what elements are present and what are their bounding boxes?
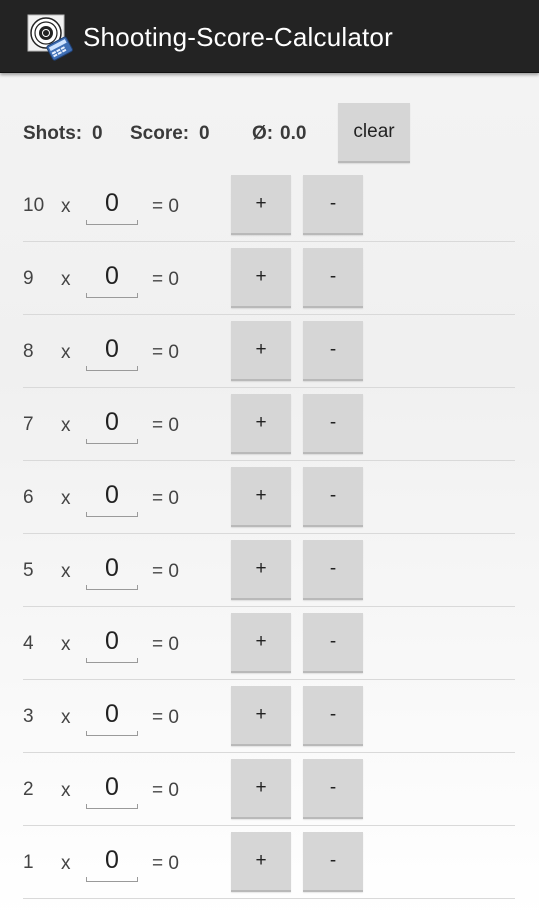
decrement-button[interactable]: - bbox=[303, 175, 363, 235]
row-result: = 0 bbox=[152, 634, 179, 655]
hit-count-input[interactable] bbox=[86, 548, 138, 590]
increment-button[interactable]: + bbox=[231, 467, 291, 527]
ring-value: 9 bbox=[23, 268, 34, 289]
increment-button[interactable]: + bbox=[231, 759, 291, 819]
multiply-sign: x bbox=[61, 342, 71, 363]
hit-count-input[interactable] bbox=[86, 256, 138, 298]
score-row-4: 4 x = 0 + - bbox=[0, 607, 539, 680]
row-result: = 0 bbox=[152, 269, 179, 290]
decrement-button[interactable]: - bbox=[303, 540, 363, 600]
row-result: = 0 bbox=[152, 488, 179, 509]
multiply-sign: x bbox=[61, 415, 71, 436]
score-row-7: 7 x = 0 + - bbox=[0, 388, 539, 461]
increment-button[interactable]: + bbox=[231, 321, 291, 381]
decrement-button[interactable]: - bbox=[303, 248, 363, 308]
score-row-2: 2 x = 0 + - bbox=[0, 753, 539, 826]
increment-button[interactable]: + bbox=[231, 394, 291, 454]
hit-count-input[interactable] bbox=[86, 402, 138, 444]
score-row-6: 6 x = 0 + - bbox=[0, 461, 539, 534]
clear-button[interactable]: clear bbox=[338, 103, 410, 163]
score-value: 0 bbox=[199, 123, 210, 144]
summary-bar: Shots: 0 Score: 0 Ø: 0.0 clear bbox=[0, 103, 539, 163]
hit-count-input[interactable] bbox=[86, 329, 138, 371]
decrement-button[interactable]: - bbox=[303, 686, 363, 746]
score-row-10: 10 x = 0 + - bbox=[0, 169, 539, 242]
hit-count-input[interactable] bbox=[86, 475, 138, 517]
ring-value: 7 bbox=[23, 414, 34, 435]
hit-count-input[interactable] bbox=[86, 183, 138, 225]
increment-button[interactable]: + bbox=[231, 686, 291, 746]
row-result: = 0 bbox=[152, 415, 179, 436]
increment-button[interactable]: + bbox=[231, 832, 291, 892]
score-label: Score: bbox=[130, 123, 190, 144]
hit-count-input[interactable] bbox=[86, 767, 138, 809]
decrement-button[interactable]: - bbox=[303, 759, 363, 819]
decrement-button[interactable]: - bbox=[303, 467, 363, 527]
hit-count-input[interactable] bbox=[86, 840, 138, 882]
multiply-sign: x bbox=[61, 634, 71, 655]
shots-value: 0 bbox=[92, 123, 103, 144]
ring-value: 2 bbox=[23, 779, 34, 800]
row-result: = 0 bbox=[152, 853, 179, 874]
multiply-sign: x bbox=[61, 707, 71, 728]
row-divider bbox=[23, 898, 515, 899]
increment-button[interactable]: + bbox=[231, 175, 291, 235]
multiply-sign: x bbox=[61, 780, 71, 801]
score-row-9: 9 x = 0 + - bbox=[0, 242, 539, 315]
increment-button[interactable]: + bbox=[231, 248, 291, 308]
ring-value: 8 bbox=[23, 341, 34, 362]
row-result: = 0 bbox=[152, 561, 179, 582]
decrement-button[interactable]: - bbox=[303, 321, 363, 381]
ring-value: 5 bbox=[23, 560, 34, 581]
ring-value: 1 bbox=[23, 852, 34, 873]
score-row-1: 1 x = 0 + - bbox=[0, 826, 539, 899]
increment-button[interactable]: + bbox=[231, 540, 291, 600]
ring-value: 3 bbox=[23, 706, 34, 727]
shots-label: Shots: bbox=[23, 123, 83, 144]
hit-count-input[interactable] bbox=[86, 694, 138, 736]
multiply-sign: x bbox=[61, 561, 71, 582]
decrement-button[interactable]: - bbox=[303, 394, 363, 454]
multiply-sign: x bbox=[61, 269, 71, 290]
row-result: = 0 bbox=[152, 196, 179, 217]
decrement-button[interactable]: - bbox=[303, 832, 363, 892]
ring-value: 10 bbox=[23, 195, 45, 216]
increment-button[interactable]: + bbox=[231, 613, 291, 673]
score-row-8: 8 x = 0 + - bbox=[0, 315, 539, 388]
hit-count-input[interactable] bbox=[86, 621, 138, 663]
app-title: Shooting-Score-Calculator bbox=[83, 22, 393, 52]
score-row-3: 3 x = 0 + - bbox=[0, 680, 539, 753]
multiply-sign: x bbox=[61, 853, 71, 874]
row-result: = 0 bbox=[152, 707, 179, 728]
target-calculator-icon[interactable] bbox=[27, 13, 75, 61]
decrement-button[interactable]: - bbox=[303, 613, 363, 673]
ring-value: 6 bbox=[23, 487, 34, 508]
row-result: = 0 bbox=[152, 342, 179, 363]
average-label: Ø: bbox=[252, 123, 274, 144]
ring-value: 4 bbox=[23, 633, 34, 654]
multiply-sign: x bbox=[61, 488, 71, 509]
score-row-5: 5 x = 0 + - bbox=[0, 534, 539, 607]
multiply-sign: x bbox=[61, 196, 71, 217]
average-value: 0.0 bbox=[280, 123, 307, 144]
action-bar: Shooting-Score-Calculator bbox=[0, 0, 539, 73]
row-result: = 0 bbox=[152, 780, 179, 801]
